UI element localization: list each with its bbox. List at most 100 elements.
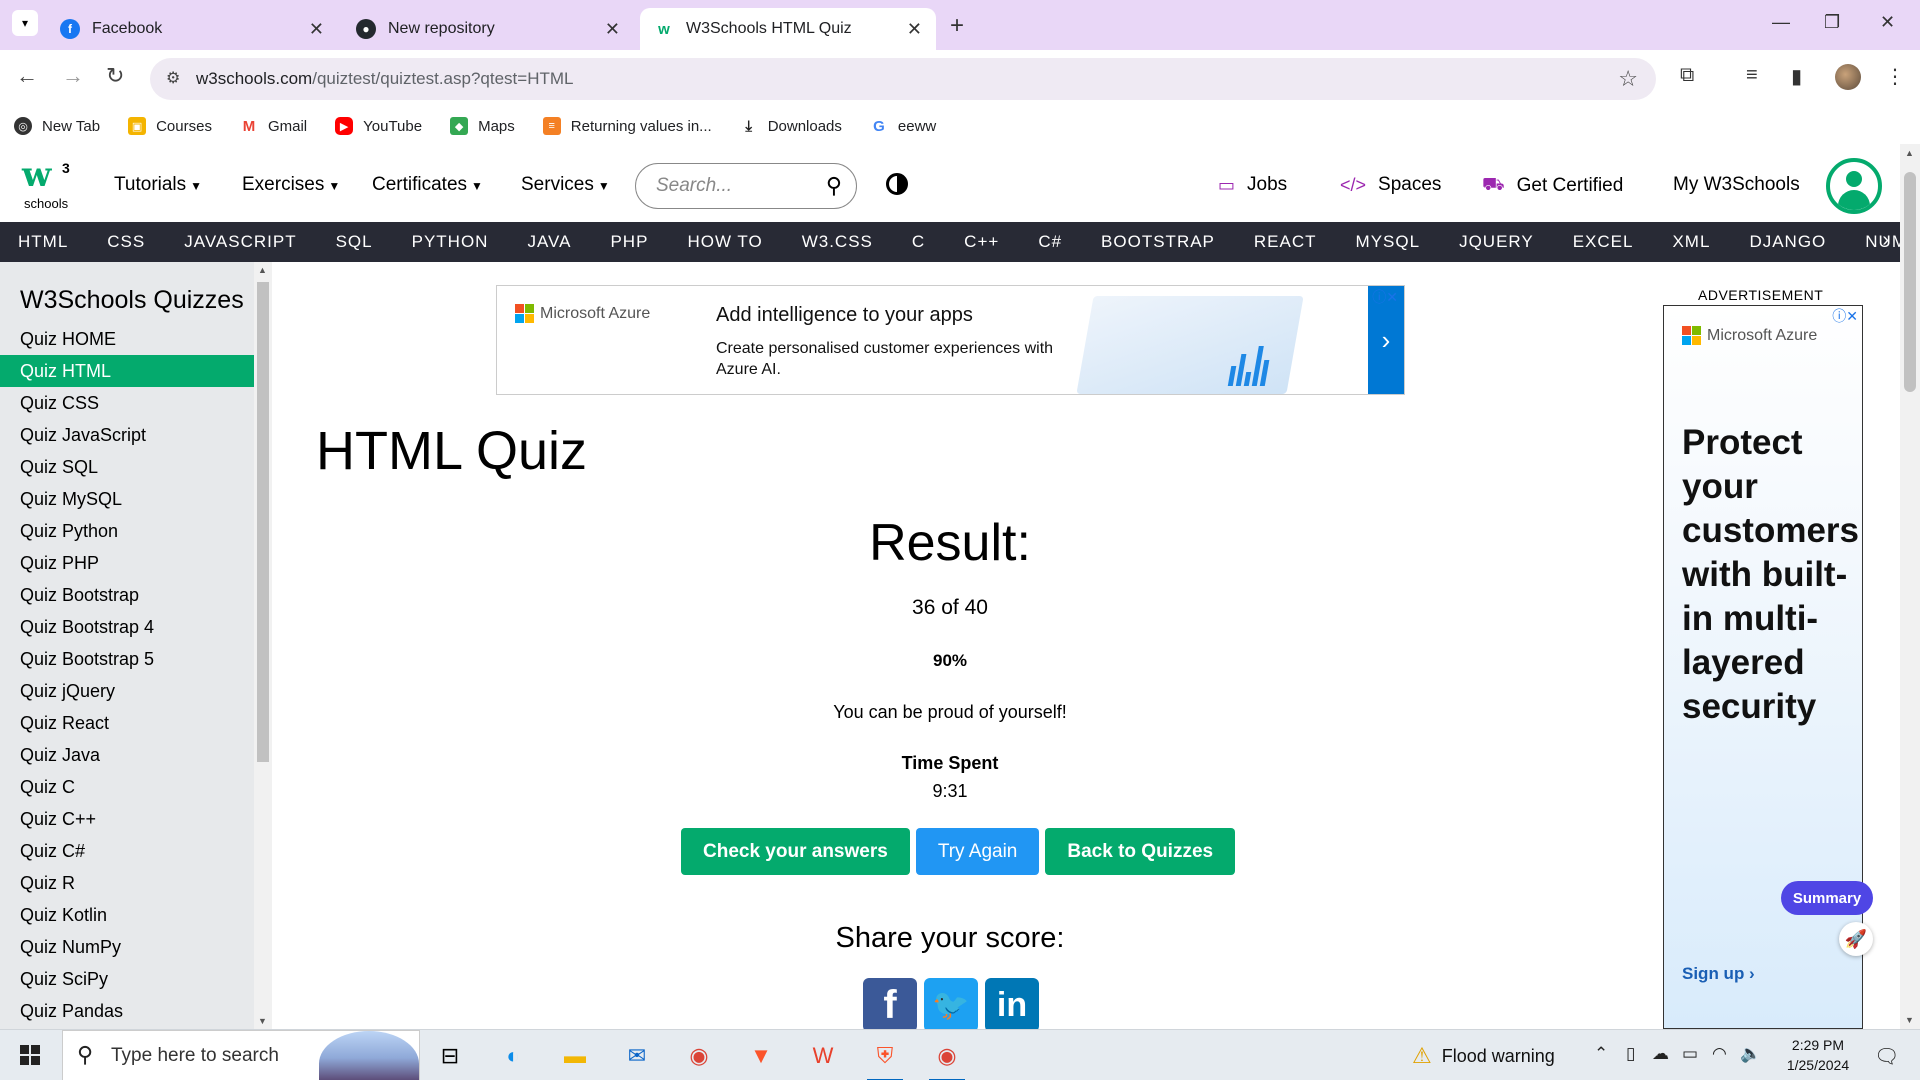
nav-my-w3schools[interactable]: My W3Schools [1673,174,1800,196]
wps-office-icon[interactable]: W [805,1038,841,1074]
chrome-icon[interactable]: ◉ [681,1038,717,1074]
topic-link[interactable]: PHP [610,232,648,252]
advertisement-banner[interactable]: Microsoft Azure Add intelligence to your… [496,285,1405,395]
sidebar-item-quiz[interactable]: Quiz React [0,707,254,739]
bookmark-eeww[interactable]: Geeww [869,117,936,135]
sidebar-item-quiz[interactable]: Quiz NumPy [0,931,254,963]
menu-tutorials[interactable]: Tutorials ▼ [114,174,202,196]
chrome-running-icon[interactable]: ◉ [929,1038,965,1080]
show-hidden-icons-icon[interactable]: ⌃ [1594,1044,1608,1064]
restore-icon[interactable]: ❐ [1824,12,1840,33]
nav-spaces[interactable]: </> Spaces [1340,174,1441,196]
sidebar-item-quiz[interactable]: Quiz HOME [0,323,254,355]
tab-new-repository[interactable]: ● New repository ✕ [342,8,634,50]
sidebar-item-quiz[interactable]: Quiz R [0,867,254,899]
task-view-icon[interactable]: ⊟ [432,1038,468,1074]
sidebar-item-quiz[interactable]: Quiz Java [0,739,254,771]
sidebar-item-quiz[interactable]: Quiz C++ [0,803,254,835]
topic-link[interactable]: C [912,232,925,252]
topic-link[interactable]: CSS [107,232,145,252]
topic-link[interactable]: HOW TO [687,232,762,252]
cloud-icon[interactable]: ☁ [1652,1044,1669,1064]
topic-link[interactable]: BOOTSTRAP [1101,232,1215,252]
close-icon[interactable]: ✕ [309,19,324,40]
bookmark-downloads[interactable]: ⤓ Downloads [739,117,842,135]
sidebar-item-quiz[interactable]: Quiz jQuery [0,675,254,707]
notifications-icon[interactable]: 🗨 [1874,1044,1899,1069]
sidebar-item-quiz[interactable]: Quiz PHP [0,547,254,579]
linkedin-share-icon[interactable]: in [985,978,1039,1032]
topic-link[interactable]: HTML [18,232,68,252]
bookmark-returning-values[interactable]: ≡ Returning values in... [542,117,712,135]
summary-button[interactable]: Summary [1781,881,1873,915]
taskbar-search-input[interactable]: ⚲ Type here to search [62,1030,420,1080]
topic-link[interactable]: SQL [336,232,373,252]
brave-running-icon[interactable]: ⛨ [867,1038,903,1080]
dark-mode-toggle-icon[interactable] [886,173,908,195]
tab-facebook[interactable]: f Facebook ✕ [46,8,338,50]
reload-icon[interactable]: ↻ [106,63,124,89]
search-icon[interactable]: ⚲ [826,173,842,199]
scrollbar-thumb[interactable] [1904,172,1916,392]
topic-link[interactable]: C# [1038,232,1062,252]
topic-link[interactable]: REACT [1254,232,1317,252]
sidebar-item-quiz[interactable]: Quiz HTML [0,355,254,387]
sidebar-item-quiz[interactable]: Quiz CSS [0,387,254,419]
sidebar-item-quiz[interactable]: Quiz Bootstrap 5 [0,643,254,675]
mail-icon[interactable]: ✉ [619,1038,655,1074]
extensions-icon[interactable]: ⧉ [1680,64,1694,87]
twitter-share-icon[interactable]: 🐦 [924,978,978,1032]
user-account-icon[interactable] [1826,158,1882,214]
wifi-icon[interactable]: ◠ [1712,1044,1727,1064]
back-icon[interactable]: ← [16,63,38,89]
topic-link[interactable]: JAVASCRIPT [184,232,296,252]
sidebar-item-quiz[interactable]: Quiz C [0,771,254,803]
site-search-input[interactable]: Search... ⚲ [635,163,857,209]
menu-exercises[interactable]: Exercises ▼ [242,174,340,196]
bookmark-new-tab[interactable]: ◎ New Tab [14,117,100,135]
try-again-button[interactable]: Try Again [915,828,1040,875]
topic-link[interactable]: JQUERY [1459,232,1534,252]
topic-link[interactable]: W3.CSS [802,232,873,252]
side-panel-icon[interactable]: ▮ [1791,64,1802,89]
back-to-quizzes-button[interactable]: Back to Quizzes [1045,828,1236,875]
minimize-icon[interactable]: — [1772,12,1790,33]
scroll-up-icon[interactable]: ▲ [258,265,267,275]
topic-link[interactable]: EXCEL [1573,232,1634,252]
close-icon[interactable]: ✕ [907,19,922,40]
facebook-share-icon[interactable]: f [863,978,917,1032]
sidebar-item-quiz[interactable]: Quiz Bootstrap [0,579,254,611]
windows-start-icon[interactable] [20,1045,40,1065]
kebab-menu-icon[interactable]: ⋮ [1885,64,1905,89]
nav-get-certified[interactable]: ⛟ Get Certified [1482,174,1623,198]
weather-widget[interactable]: ⚠ Flood warning [1412,1043,1555,1069]
rocket-icon[interactable]: 🚀 [1839,922,1873,956]
battery-icon[interactable]: ▭ [1682,1044,1698,1064]
sidebar-item-quiz[interactable]: Quiz SciPy [0,963,254,995]
volume-icon[interactable]: 🔈 [1740,1044,1761,1064]
topic-link[interactable]: DJANGO [1749,232,1826,252]
topic-link[interactable]: MYSQL [1356,232,1421,252]
ad-sign-up-link[interactable]: Sign up › [1682,964,1755,984]
file-explorer-icon[interactable]: ▬ [557,1038,593,1074]
system-clock[interactable]: 2:29 PM 1/25/2024 [1778,1035,1858,1075]
w3schools-logo[interactable]: w 3 schools [22,158,74,211]
sidebar-item-quiz[interactable]: Quiz Bootstrap 4 [0,611,254,643]
check-answers-button[interactable]: Check your answers [681,828,910,875]
sidebar-item-quiz[interactable]: Quiz Python [0,515,254,547]
menu-certificates[interactable]: Certificates ▼ [372,174,483,196]
nav-jobs[interactable]: ▭ Jobs [1218,174,1287,196]
sidebar-item-quiz[interactable]: Quiz Pandas [0,995,254,1027]
sidebar-item-quiz[interactable]: Quiz C# [0,835,254,867]
sidebar-item-quiz[interactable]: Quiz Kotlin [0,899,254,931]
topic-link[interactable]: XML [1672,232,1710,252]
scrollbar-thumb[interactable] [257,282,269,762]
close-icon[interactable]: ✕ [605,19,620,40]
ad-choices-icon[interactable]: ⓘ✕ [1832,306,1858,326]
sidebar-scrollbar[interactable]: ▲ ▼ [254,262,272,1029]
brave-icon[interactable]: ▼ [743,1038,779,1074]
sidebar-item-quiz[interactable]: Quiz JavaScript [0,419,254,451]
bookmark-star-icon[interactable]: ☆ [1618,66,1638,92]
edge-icon[interactable]: ◐ [495,1038,531,1074]
topic-link[interactable]: PYTHON [412,232,489,252]
